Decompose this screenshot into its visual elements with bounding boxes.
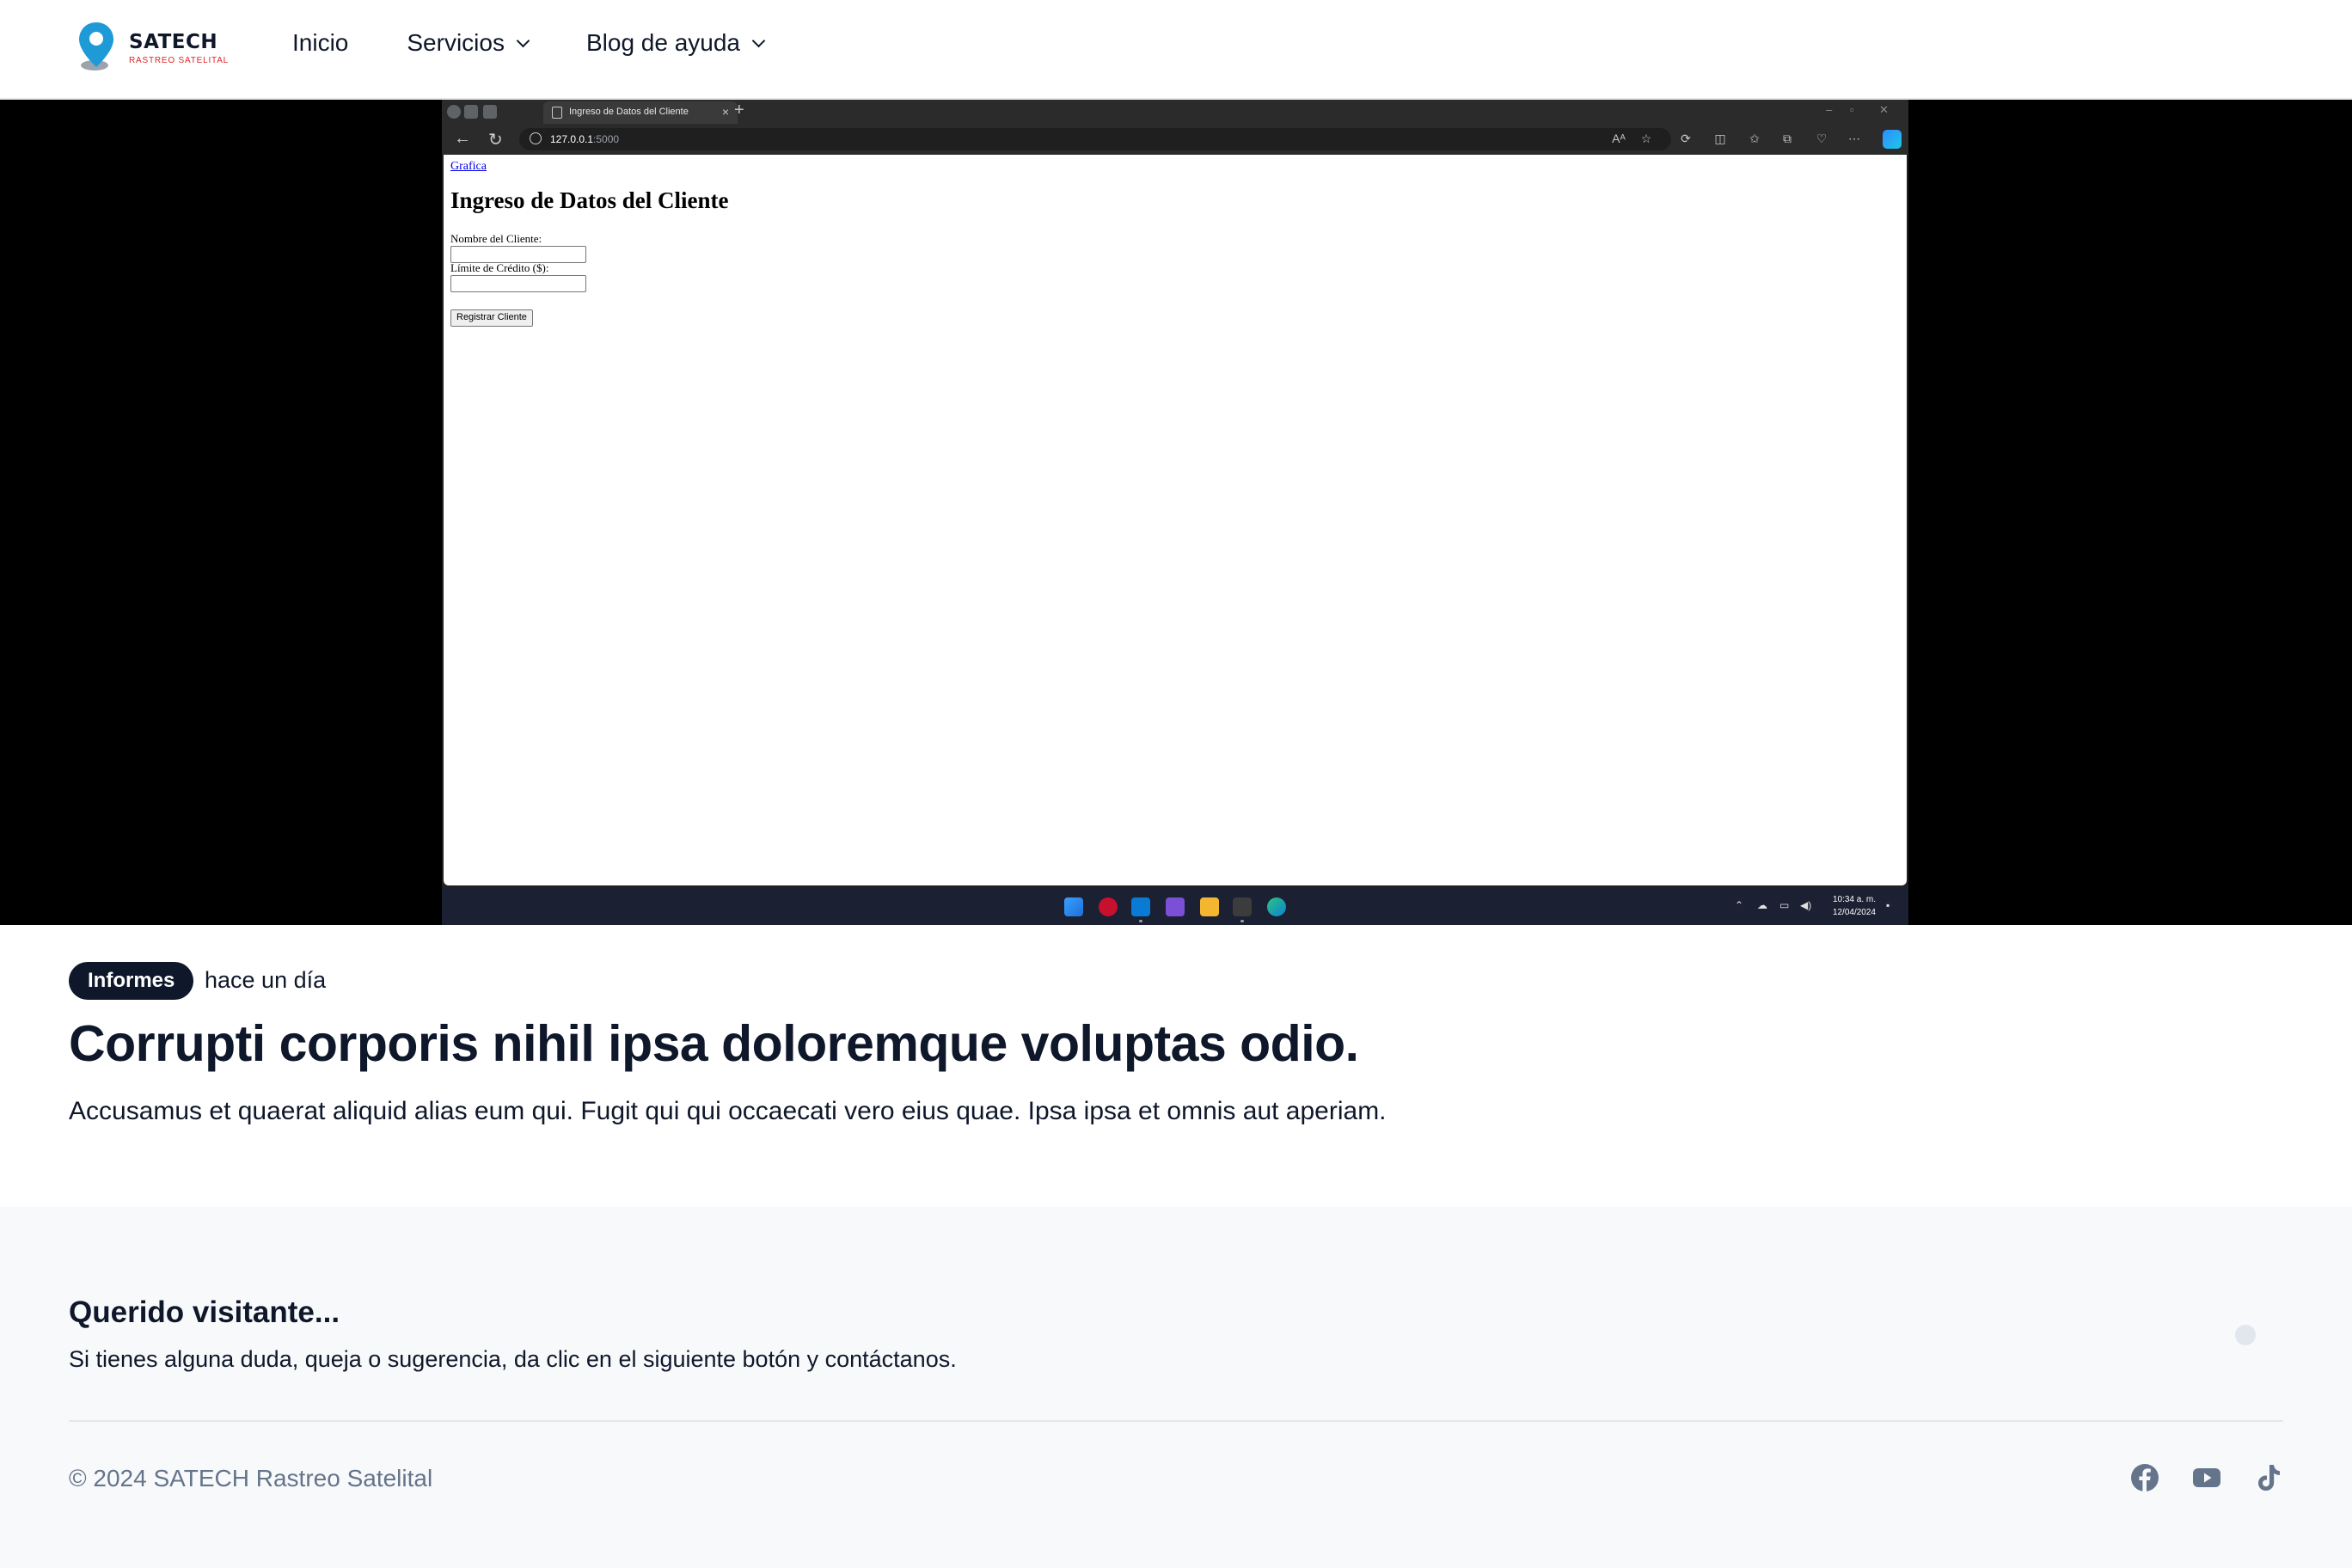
tab-actions-icon bbox=[483, 105, 497, 119]
running-indicator bbox=[1240, 920, 1244, 922]
taskbar-clock: 10:34 a. m. 12/04/2024 bbox=[1833, 893, 1876, 919]
url-text: 127.0.0.1:5000 bbox=[550, 133, 620, 145]
url-box: 127.0.0.1:5000 bbox=[519, 128, 1671, 150]
grafica-link: Grafica bbox=[450, 160, 487, 173]
satech-logo[interactable]: SATECH RASTREO SATELITAL bbox=[76, 19, 230, 74]
footer-text: Si tienes alguna duda, queja o sugerenci… bbox=[69, 1346, 957, 1372]
footer-divider bbox=[69, 1420, 2283, 1422]
credit-limit-input bbox=[450, 275, 586, 292]
location-pin-icon bbox=[79, 22, 113, 70]
embedded-browser-screenshot: Ingreso de Datos del Cliente × + – ▫ ✕ ←… bbox=[442, 100, 1908, 925]
browser-tabbar: Ingreso de Datos del Cliente × + – ▫ ✕ bbox=[442, 100, 1908, 124]
close-icon: × bbox=[721, 105, 729, 119]
notifications-icon: ▪ bbox=[1886, 899, 1890, 911]
youtube-icon[interactable] bbox=[2192, 1463, 2221, 1492]
running-indicator bbox=[1139, 920, 1142, 922]
volume-icon: ◀) bbox=[1800, 899, 1812, 911]
chevron-down-icon bbox=[516, 34, 530, 47]
opera-icon bbox=[1099, 897, 1118, 916]
hero-image: Ingreso de Datos del Cliente × + – ▫ ✕ ←… bbox=[0, 100, 2352, 925]
nav-label: Blog de ayuda bbox=[585, 29, 741, 56]
clock-time: 10:34 a. m. bbox=[1832, 895, 1876, 904]
credit-limit-label: Límite de Crédito ($): bbox=[450, 261, 549, 274]
windows-taskbar: ⌃ ☁ ▭ ◀) 10:34 a. m. 12/04/2024 ▪ bbox=[442, 887, 1908, 925]
tiktok-icon[interactable] bbox=[2254, 1463, 2283, 1492]
more-icon: ⋯ bbox=[1848, 132, 1860, 145]
nav-item-servicios[interactable]: Servicios bbox=[407, 29, 530, 57]
article-lead: Accusamus et quaerat aliquid alias eum q… bbox=[69, 1097, 1387, 1125]
tab-title: Ingreso de Datos del Cliente bbox=[569, 107, 689, 117]
minimize-icon: – bbox=[1826, 103, 1833, 116]
copilot-icon bbox=[1883, 130, 1902, 149]
post-date: hace un día bbox=[205, 967, 327, 993]
nav-item-blog[interactable]: Blog de ayuda bbox=[585, 29, 766, 57]
terminal-icon bbox=[1233, 897, 1252, 916]
article-title: Corrupti corporis nihil ipsa doloremque … bbox=[69, 1015, 1359, 1072]
tray-chevron-icon: ⌃ bbox=[1735, 899, 1744, 911]
favorites-icon: ✩ bbox=[1749, 132, 1760, 145]
extension-icon: ⟳ bbox=[1681, 132, 1691, 145]
category-badge[interactable]: Informes bbox=[69, 962, 194, 1000]
main-nav: Inicio Servicios Blog de ayuda bbox=[292, 29, 822, 57]
copyright: © 2024 SATECH Rastreo Satelital bbox=[69, 1465, 433, 1491]
client-name-input bbox=[450, 246, 586, 263]
nav-item-inicio[interactable]: Inicio bbox=[292, 29, 348, 57]
nav-label: Inicio bbox=[292, 29, 349, 56]
workspaces-icon bbox=[464, 105, 478, 119]
vscode-icon bbox=[1131, 897, 1150, 916]
network-icon: ▭ bbox=[1779, 899, 1790, 911]
edge-icon bbox=[1267, 897, 1286, 916]
logo-subtitle: RASTREO SATELITAL bbox=[129, 56, 230, 65]
register-client-button: Registrar Cliente bbox=[450, 309, 533, 327]
visual-studio-icon bbox=[1166, 897, 1185, 916]
browser-addressbar: ← ↻ 127.0.0.1:5000 Aᴬ ☆ ⟳ ◫ ✩ ⧉ ♡ ⋯ bbox=[442, 124, 1908, 155]
health-icon: ♡ bbox=[1816, 132, 1828, 145]
window-close-icon: ✕ bbox=[1879, 103, 1889, 116]
page-icon bbox=[552, 107, 562, 119]
site-footer: Querido visitante... Si tienes alguna du… bbox=[0, 1207, 2352, 1568]
file-explorer-icon bbox=[1200, 897, 1219, 916]
footer-title: Querido visitante... bbox=[69, 1295, 340, 1329]
new-tab-icon: + bbox=[734, 101, 744, 119]
onedrive-icon: ☁ bbox=[1757, 899, 1767, 911]
clock-date: 12/04/2024 bbox=[1832, 908, 1876, 917]
client-name-label: Nombre del Cliente: bbox=[450, 232, 542, 245]
chevron-down-icon bbox=[751, 34, 766, 47]
facebook-icon[interactable] bbox=[2130, 1463, 2159, 1492]
info-icon bbox=[530, 132, 542, 144]
logo-name: SATECH bbox=[129, 31, 218, 53]
split-screen-icon: ◫ bbox=[1714, 132, 1726, 145]
contact-button[interactable] bbox=[2235, 1325, 2256, 1345]
client-form-heading: Ingreso de Datos del Cliente bbox=[450, 187, 729, 213]
collections-icon: ⧉ bbox=[1783, 132, 1792, 145]
back-icon: ← bbox=[454, 129, 471, 148]
profile-icon bbox=[447, 105, 461, 119]
restore-icon: ▫ bbox=[1850, 103, 1854, 116]
browser-viewport: Grafica Ingreso de Datos del Cliente Nom… bbox=[444, 155, 1907, 885]
browser-tab: Ingreso de Datos del Cliente × bbox=[543, 101, 738, 124]
read-aloud-icon: Aᴬ bbox=[1612, 132, 1626, 145]
favorite-icon: ☆ bbox=[1640, 132, 1652, 145]
site-header: SATECH RASTREO SATELITAL Inicio Servicio… bbox=[0, 0, 2352, 100]
nav-label: Servicios bbox=[407, 29, 505, 56]
windows-start-icon bbox=[1064, 897, 1083, 916]
reload-icon: ↻ bbox=[488, 131, 503, 150]
